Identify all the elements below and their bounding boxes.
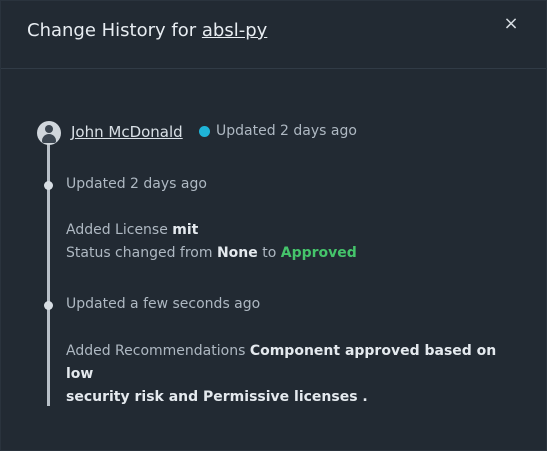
modal-title-prefix: Change History for [27, 20, 197, 41]
avatar-head [45, 125, 53, 133]
close-button[interactable]: × [503, 14, 519, 34]
avatar-body [42, 134, 56, 143]
recommendation-label: Added Recommendations [66, 343, 246, 359]
status-to-value: Approved [280, 245, 357, 261]
change-history-timeline: John McDonald Updated 2 days ago Updated… [1, 69, 546, 451]
status-indicator-dot [199, 126, 210, 137]
entry-2-recommendation: Added Recommendations Component approved… [66, 340, 506, 409]
status-from-value: None [216, 245, 258, 261]
author-updated-text: Updated 2 days ago [216, 123, 357, 139]
status-change-label: Status changed from [66, 245, 213, 261]
modal-title: Change History for absl-py [27, 20, 267, 41]
timeline-line [47, 132, 50, 406]
entry-1-license-change: Added License mit [66, 222, 198, 238]
status-to-word: to [262, 245, 277, 261]
avatar [37, 121, 61, 145]
author-name-link[interactable]: John McDonald [71, 123, 183, 141]
recommendation-text-line-2: security risk and Permissive licenses . [66, 389, 368, 405]
change-history-modal: Change History for absl-py × John McDona… [0, 0, 547, 451]
timeline-node-2 [44, 301, 53, 310]
package-link[interactable]: absl-py [202, 20, 267, 41]
license-label: Added License [66, 222, 168, 238]
entry-1-time: Updated 2 days ago [66, 176, 207, 192]
entry-2-time: Updated a few seconds ago [66, 296, 261, 312]
close-icon[interactable]: × [503, 13, 518, 34]
license-value: mit [172, 222, 199, 238]
timeline-node-1 [44, 181, 53, 190]
entry-1-status-change: Status changed from None to Approved [66, 245, 357, 261]
modal-header: Change History for absl-py × [1, 1, 546, 69]
